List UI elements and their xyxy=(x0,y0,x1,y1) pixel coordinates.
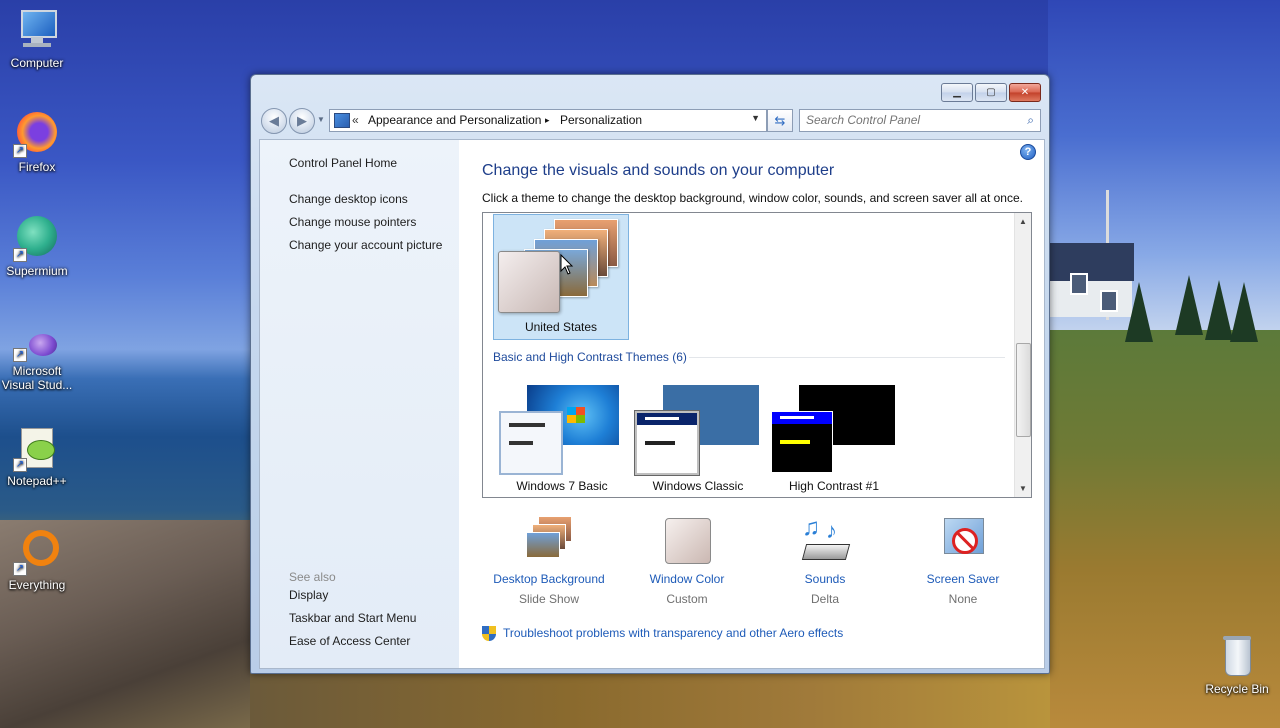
wallpaper-foreground xyxy=(250,672,1050,728)
wallpaper-tree xyxy=(1125,282,1153,342)
theme-high-contrast-1[interactable]: High Contrast #1 xyxy=(769,383,899,495)
search-box[interactable]: ⌕ xyxy=(799,109,1041,132)
breadcrumb-personalization[interactable]: Personalization xyxy=(560,113,642,127)
screen-saver-value: None xyxy=(948,592,978,606)
scrollbar-thumb[interactable] xyxy=(1016,343,1031,437)
window-color-icon xyxy=(662,514,712,564)
sounds-setting[interactable]: ♫ ♪ Sounds Delta xyxy=(765,514,885,606)
display-link[interactable]: Display xyxy=(289,588,328,602)
address-prefix[interactable]: « xyxy=(352,113,359,127)
theme-label: Windows Classic xyxy=(652,479,744,493)
address-bar[interactable]: « Appearance and Personalization ▸ Perso… xyxy=(329,109,767,132)
desktop-icon-firefox[interactable]: ↗ Firefox xyxy=(0,112,74,174)
breadcrumb-appearance[interactable]: Appearance and Personalization xyxy=(368,113,541,127)
theme-group-heading: Basic and High Contrast Themes (6) xyxy=(493,350,687,364)
help-icon[interactable]: ? xyxy=(1020,144,1036,160)
scroll-up-icon[interactable]: ▲ xyxy=(1019,217,1027,226)
desktop-background-value: Slide Show xyxy=(518,592,580,606)
theme-preview-window xyxy=(499,411,563,475)
close-button[interactable]: ✕ xyxy=(1009,83,1041,102)
theme-windows-classic[interactable]: Windows Classic xyxy=(633,383,763,495)
recycle-bin-icon xyxy=(1215,634,1259,678)
left-task-pane: Control Panel Home Change desktop icons … xyxy=(260,140,459,668)
desktop-background-link[interactable]: Desktop Background xyxy=(489,572,609,586)
address-dropdown-icon[interactable]: ▼ xyxy=(751,113,760,123)
wallpaper-house xyxy=(1048,243,1134,317)
control-panel-icon xyxy=(334,113,350,128)
theme-windows-7-basic[interactable]: Windows 7 Basic xyxy=(497,383,627,495)
firefox-icon: ↗ xyxy=(13,112,59,158)
back-button[interactable]: ◀ xyxy=(261,108,287,134)
computer-icon xyxy=(15,8,59,52)
page-subtitle: Click a theme to change the desktop back… xyxy=(482,191,1023,205)
forward-button[interactable]: ▶ xyxy=(289,108,315,134)
desktop-background-setting[interactable]: Desktop Background Slide Show xyxy=(489,514,609,606)
troubleshoot-link[interactable]: Troubleshoot problems with transparency … xyxy=(503,626,843,640)
wallpaper-tree xyxy=(1205,280,1233,340)
wallpaper-tree xyxy=(1175,275,1203,335)
refresh-button[interactable]: ⇆ xyxy=(767,109,793,132)
recent-pages-dropdown[interactable]: ▼ xyxy=(317,115,325,124)
visual-studio-icon: ↗ xyxy=(13,330,59,362)
window-color-link[interactable]: Window Color xyxy=(627,572,747,586)
window-controls: ▁ ▢ ✕ xyxy=(941,83,1041,102)
sounds-value: Delta xyxy=(810,592,839,606)
window-color-value: Custom xyxy=(666,592,708,606)
maximize-icon: ▢ xyxy=(986,87,996,98)
screen-saver-link[interactable]: Screen Saver xyxy=(903,572,1023,586)
desktop-icon-notepad-plus[interactable]: ↗ Notepad++ xyxy=(0,426,74,488)
control-panel-home-link[interactable]: Control Panel Home xyxy=(289,156,397,170)
theme-united-states[interactable]: United States xyxy=(493,214,629,340)
search-input[interactable] xyxy=(806,112,1016,127)
desktop-icon-everything[interactable]: ↗ Everything xyxy=(0,530,74,592)
search-icon[interactable]: ⌕ xyxy=(1027,113,1034,128)
desktop-background-icon xyxy=(524,514,574,564)
see-also-heading: See also xyxy=(289,570,336,584)
shield-icon xyxy=(482,626,496,642)
screen-saver-setting[interactable]: Screen Saver None xyxy=(903,514,1023,606)
change-mouse-pointers-link[interactable]: Change mouse pointers xyxy=(289,215,416,229)
theme-preview-window xyxy=(634,410,700,476)
theme-label: United States xyxy=(524,320,598,334)
theme-preview-window xyxy=(771,411,833,473)
back-arrow-icon: ◀ xyxy=(269,113,279,128)
change-desktop-icons-link[interactable]: Change desktop icons xyxy=(289,192,408,206)
change-account-picture-link[interactable]: Change your account picture xyxy=(289,238,442,252)
everything-icon: ↗ xyxy=(13,530,59,576)
window-color-setting[interactable]: Window Color Custom xyxy=(627,514,747,606)
desktop-icon-visual-studio[interactable]: ↗ Microsoft Visual Stud... xyxy=(0,330,74,392)
breadcrumb-separator-icon[interactable]: ▸ xyxy=(545,115,550,126)
theme-label: Windows 7 Basic xyxy=(516,479,608,493)
maximize-button[interactable]: ▢ xyxy=(975,83,1007,102)
screen-saver-icon xyxy=(938,514,988,564)
sounds-link[interactable]: Sounds xyxy=(765,572,885,586)
minimize-icon: ▁ xyxy=(953,87,961,98)
content-area: Control Panel Home Change desktop icons … xyxy=(259,139,1045,669)
theme-list-scrollbar[interactable]: ▲ ▼ xyxy=(1014,213,1031,497)
close-icon: ✕ xyxy=(1020,87,1030,98)
group-divider xyxy=(689,357,1005,358)
sounds-icon: ♫ ♪ xyxy=(800,514,851,564)
taskbar-start-menu-link[interactable]: Taskbar and Start Menu xyxy=(289,611,416,625)
navigation-bar: ◀ ▶ ▼ « Appearance and Personalization ▸… xyxy=(259,107,1041,134)
main-pane: ? Change the visuals and sounds on your … xyxy=(459,140,1044,668)
desktop-icon-computer[interactable]: Computer xyxy=(0,8,74,70)
page-title: Change the visuals and sounds on your co… xyxy=(482,162,835,179)
minimize-button[interactable]: ▁ xyxy=(941,83,973,102)
notepad-plus-icon: ↗ xyxy=(13,426,59,472)
personalization-window: ▁ ▢ ✕ ◀ ▶ ▼ « Appearance and Personaliza… xyxy=(250,74,1050,674)
theme-label: High Contrast #1 xyxy=(788,479,880,493)
forward-arrow-icon: ▶ xyxy=(297,113,307,128)
wallpaper-tree xyxy=(1230,282,1258,342)
desktop-icon-recycle-bin[interactable]: Recycle Bin xyxy=(1200,634,1274,696)
supermium-icon: ↗ xyxy=(13,216,59,262)
windows-logo-icon xyxy=(567,407,585,423)
mouse-cursor-icon xyxy=(560,254,574,275)
scroll-down-icon[interactable]: ▼ xyxy=(1019,484,1027,493)
refresh-icon: ⇆ xyxy=(774,112,786,128)
ease-of-access-link[interactable]: Ease of Access Center xyxy=(289,634,410,648)
desktop-icon-supermium[interactable]: ↗ Supermium xyxy=(0,216,74,278)
